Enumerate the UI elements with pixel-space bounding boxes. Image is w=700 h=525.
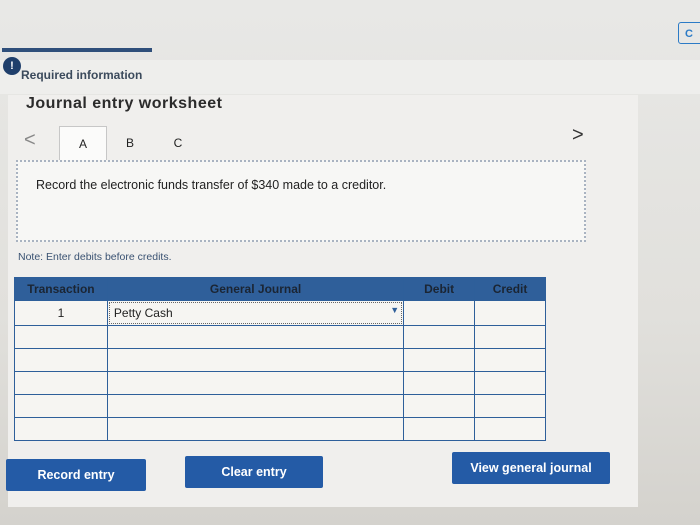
credit-input[interactable] [474,371,546,395]
transaction-cell [14,348,108,372]
account-cell[interactable] [106,417,405,441]
instruction-text: Record the electronic funds transfer of … [36,178,387,192]
table-row [14,417,546,441]
top-nav-underline [2,48,152,52]
instruction-box: Record the electronic funds transfer of … [16,160,586,242]
journal-header-row: Transaction General Journal Debit Credit [14,277,546,301]
worksheet-title: Journal entry worksheet [26,95,223,112]
table-row [14,394,546,418]
table-row [14,371,546,395]
account-cell[interactable] [106,371,405,395]
credit-input[interactable] [474,348,546,372]
debit-input[interactable] [403,417,476,441]
note-text: Note: Enter debits before credits. [18,251,172,263]
table-row: 1 Petty Cash ▼ [14,300,546,326]
column-header-debit: Debit [403,277,476,301]
transaction-cell [14,417,108,441]
column-header-general-journal: General Journal [106,277,405,301]
transaction-cell [14,394,108,418]
credit-input[interactable] [474,394,546,418]
account-cell[interactable] [106,394,405,418]
clear-entry-button[interactable]: Clear entry [185,456,323,488]
debit-input[interactable] [403,300,476,326]
transaction-cell [14,371,108,395]
table-row [14,348,546,372]
corner-button[interactable]: C [678,22,700,44]
column-header-transaction: Transaction [14,277,108,301]
credit-input[interactable] [474,417,546,441]
transaction-cell: 1 [14,300,108,326]
account-cell[interactable] [106,325,405,349]
credit-input[interactable] [474,300,546,326]
alert-icon: ! [3,57,21,75]
required-information-label[interactable]: Required information [21,68,142,82]
journal-table: Transaction General Journal Debit Credit… [14,277,546,441]
credit-input[interactable] [474,325,546,349]
prev-arrow-icon[interactable]: < [24,129,36,152]
debit-input[interactable] [403,325,476,349]
debit-input[interactable] [403,394,476,418]
table-row [14,325,546,349]
tab-a[interactable]: A [59,126,107,161]
debit-input[interactable] [403,371,476,395]
debit-input[interactable] [403,348,476,372]
tab-c[interactable]: C [166,126,190,160]
tab-b[interactable]: B [118,126,142,160]
column-header-credit: Credit [474,277,546,301]
account-cell[interactable]: Petty Cash ▼ [106,300,405,326]
account-cell[interactable] [106,348,405,372]
dropdown-arrow-icon[interactable]: ▼ [390,305,399,315]
view-general-journal-button[interactable]: View general journal [452,452,610,484]
record-entry-button[interactable]: Record entry [6,459,146,491]
account-select[interactable]: Petty Cash [108,302,403,324]
transaction-cell [14,325,108,349]
next-arrow-icon[interactable]: > [572,124,584,147]
